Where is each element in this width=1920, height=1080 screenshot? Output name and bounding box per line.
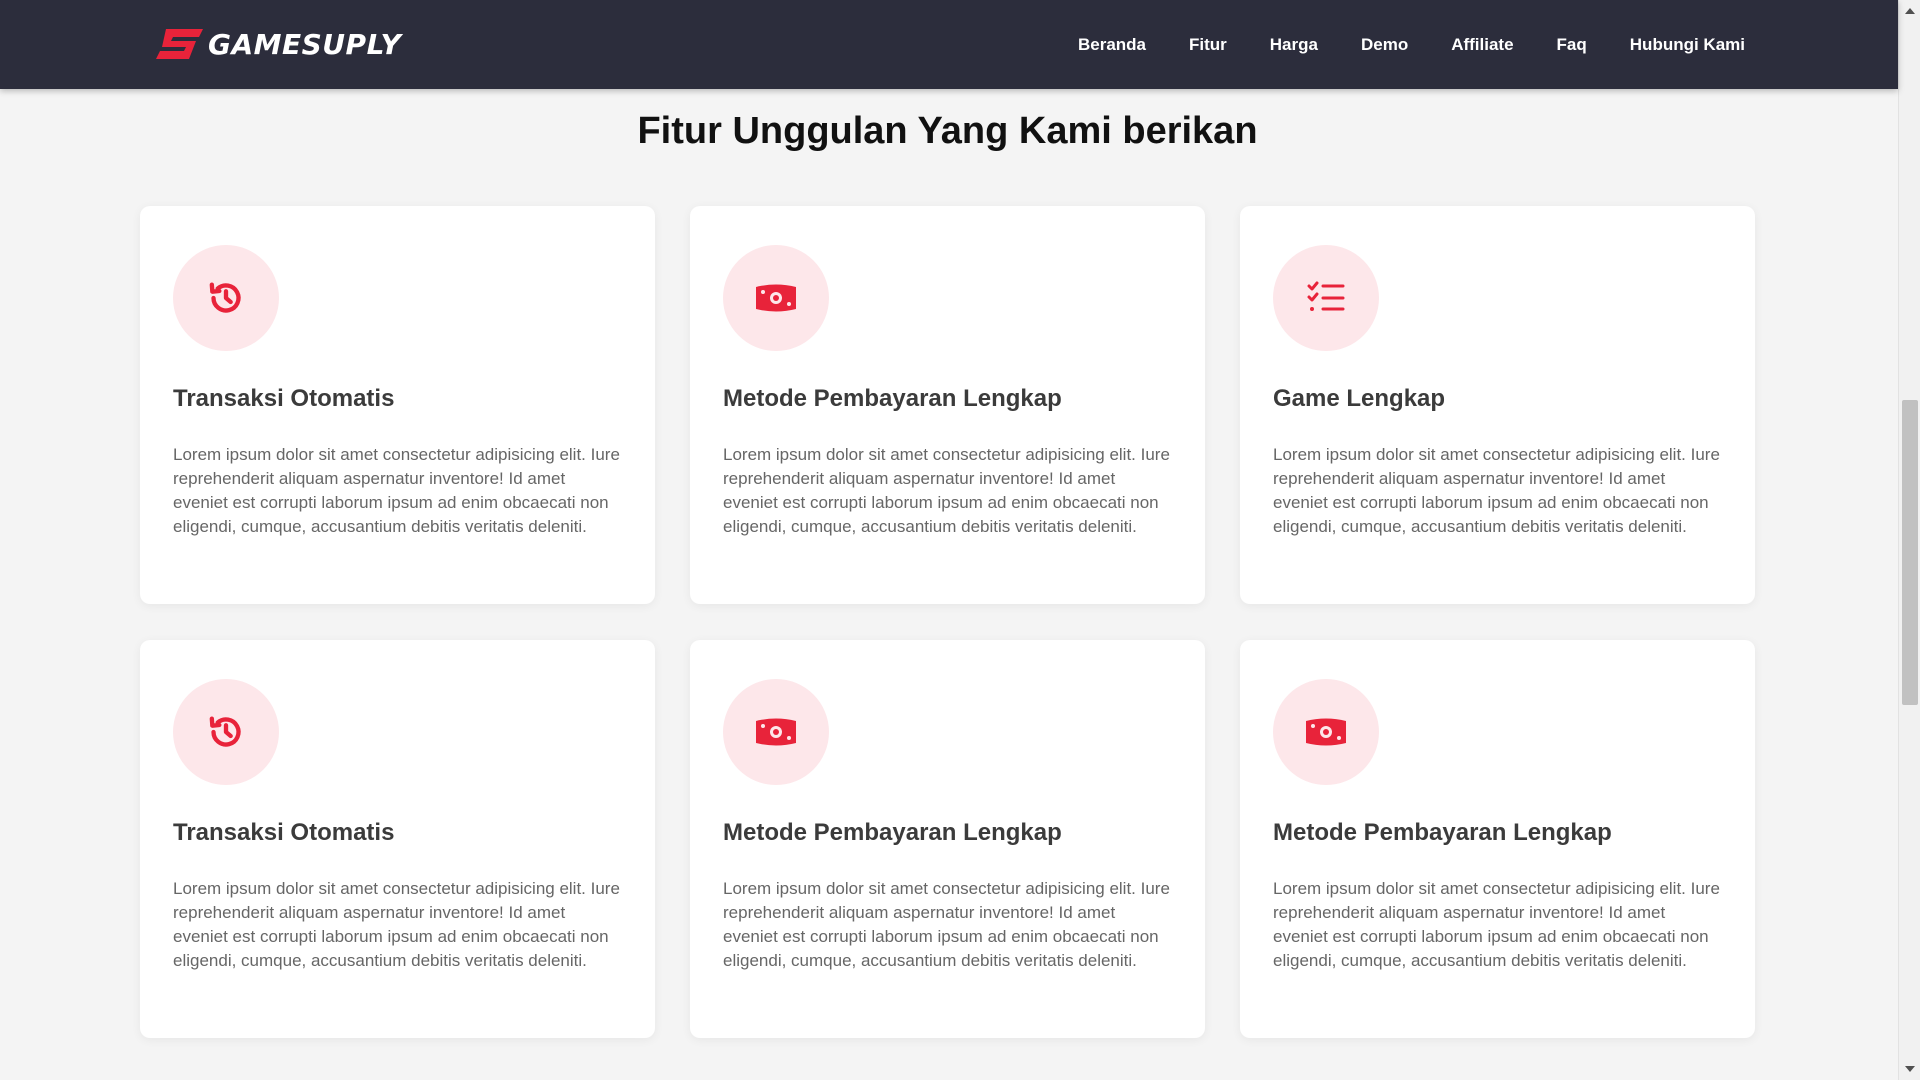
feature-title: Metode Pembayaran Lengkap — [1273, 819, 1612, 846]
feature-description: Lorem ipsum dolor sit amet consectetur a… — [173, 879, 620, 970]
brand-logo[interactable]: GAMESUPLY — [156, 24, 401, 64]
nav-link-hubungi-kami[interactable]: Hubungi Kami — [1630, 35, 1745, 55]
page: GAMESUPLY Beranda Fitur Harga Demo Affil… — [0, 0, 1920, 1080]
list-check-icon — [1273, 245, 1379, 351]
feature-title: Transaksi Otomatis — [173, 819, 395, 846]
scroll-thumb[interactable] — [1902, 400, 1918, 705]
feature-title: Metode Pembayaran Lengkap — [723, 819, 1062, 846]
scroll-up-arrow-icon[interactable] — [1905, 8, 1915, 14]
feature-card: Transaksi Otomatis Lorem ipsum dolor sit… — [140, 640, 655, 1038]
money-bill-icon — [1273, 679, 1379, 785]
navbar: GAMESUPLY Beranda Fitur Harga Demo Affil… — [0, 0, 1898, 89]
nav-link-faq[interactable]: Faq — [1557, 35, 1587, 55]
nav-link-fitur[interactable]: Fitur — [1189, 35, 1227, 55]
vertical-scrollbar[interactable] — [1898, 0, 1920, 1080]
feature-card: Transaksi Otomatis Lorem ipsum dolor sit… — [140, 206, 655, 604]
feature-card: Metode Pembayaran Lengkap Lorem ipsum do… — [690, 206, 1205, 604]
nav-link-beranda[interactable]: Beranda — [1078, 35, 1146, 55]
feature-description: Lorem ipsum dolor sit amet consectetur a… — [173, 445, 620, 536]
scroll-down-arrow-icon[interactable] — [1905, 1066, 1915, 1072]
logo-mark-icon — [156, 28, 204, 60]
nav-menu: Beranda Fitur Harga Demo Affiliate Faq H… — [1035, 0, 1745, 89]
history-icon — [173, 679, 279, 785]
nav-link-demo[interactable]: Demo — [1361, 35, 1408, 55]
feature-description: Lorem ipsum dolor sit amet consectetur a… — [723, 879, 1170, 970]
features-grid: Transaksi Otomatis Lorem ipsum dolor sit… — [140, 206, 1755, 1038]
feature-card: Metode Pembayaran Lengkap Lorem ipsum do… — [1240, 640, 1755, 1038]
feature-description: Lorem ipsum dolor sit amet consectetur a… — [723, 445, 1170, 536]
money-bill-icon — [723, 245, 829, 351]
feature-card: Metode Pembayaran Lengkap Lorem ipsum do… — [690, 640, 1205, 1038]
feature-title: Transaksi Otomatis — [173, 385, 395, 412]
nav-link-harga[interactable]: Harga — [1270, 35, 1318, 55]
nav-link-affiliate[interactable]: Affiliate — [1451, 35, 1513, 55]
history-icon — [173, 245, 279, 351]
section-title: Fitur Unggulan Yang Kami berikan — [637, 110, 1258, 152]
feature-title: Metode Pembayaran Lengkap — [723, 385, 1062, 412]
feature-card: Game Lengkap Lorem ipsum dolor sit amet … — [1240, 206, 1755, 604]
feature-description: Lorem ipsum dolor sit amet consectetur a… — [1273, 879, 1720, 970]
brand-name: GAMESUPLY — [208, 27, 402, 61]
feature-description: Lorem ipsum dolor sit amet consectetur a… — [1273, 445, 1720, 536]
money-bill-icon — [723, 679, 829, 785]
feature-title: Game Lengkap — [1273, 385, 1446, 412]
